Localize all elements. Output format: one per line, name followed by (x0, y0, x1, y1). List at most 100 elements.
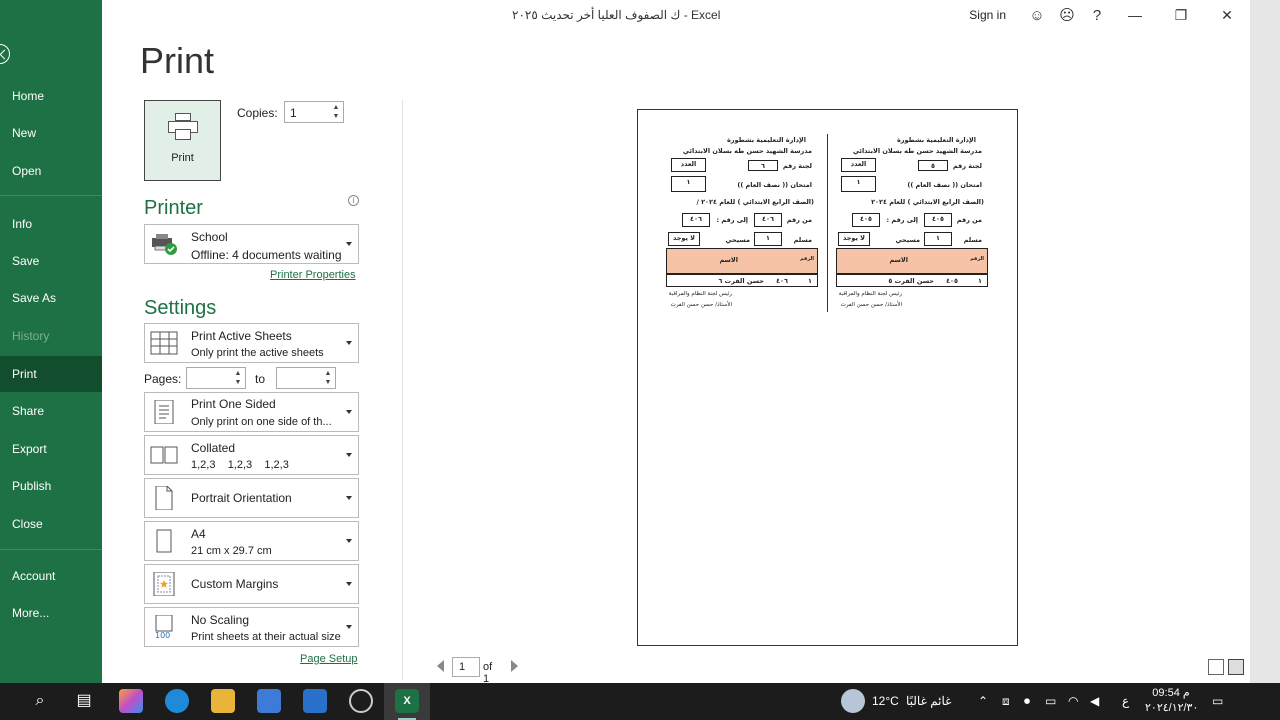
sheet-committee-no: ٥ (918, 160, 948, 171)
chevron-down-icon (346, 341, 352, 345)
copies-stepper[interactable]: 1 ▲ ▼ (284, 101, 344, 123)
printer-section-title: Printer (144, 197, 203, 219)
printer-icon (167, 113, 198, 141)
stepper-arrows-icon[interactable]: ▲ ▼ (323, 369, 333, 387)
copilot-icon[interactable] (119, 689, 143, 713)
sheet-exam-text: امتحان (( نصف العام )) (907, 181, 982, 189)
scaling-dropdown[interactable]: 100 No Scaling Print sheets at their act… (144, 607, 359, 647)
nav-share[interactable]: Share (0, 394, 102, 428)
show-hidden-icons-icon[interactable]: ⌃ (978, 683, 988, 720)
printer-name: School (191, 230, 228, 244)
nav-account[interactable]: Account (0, 559, 102, 593)
search-icon[interactable]: ⌕ (28, 689, 52, 713)
printer-dropdown[interactable]: School Offline: 4 documents waiting (144, 224, 359, 264)
excel-taskbar-button[interactable]: X (384, 683, 430, 720)
show-margins-icon[interactable] (1208, 659, 1224, 675)
page-setup-link[interactable]: Page Setup (300, 653, 358, 665)
nav-more[interactable]: More... (0, 596, 102, 630)
microphone-icon[interactable]: ⏺ (1024, 683, 1030, 720)
help-icon[interactable]: ? (1082, 7, 1112, 24)
language-indicator[interactable]: ع (1122, 683, 1129, 720)
sheet-none-value: لا يوجد (838, 232, 870, 246)
sheet-muslim-label: مسلم (793, 236, 812, 244)
printer-status-icon (152, 234, 177, 255)
info-icon[interactable]: i (348, 195, 359, 206)
nav-publish[interactable]: Publish (0, 469, 102, 503)
paper-title: A4 (191, 527, 206, 541)
stepper-arrows-icon[interactable]: ▲ ▼ (233, 369, 243, 387)
nav-open[interactable]: Open (0, 154, 102, 188)
preview-sheet: الإدارة التعليمية بشطورة مدرسة الشهيد حس… (830, 132, 988, 322)
sheet-to-label: إلى رقم : (716, 216, 748, 224)
printer-properties-link[interactable]: Printer Properties (270, 269, 356, 281)
paper-size-dropdown[interactable]: A4 21 cm x 29.7 cm (144, 521, 359, 561)
nav-new[interactable]: New (0, 116, 102, 150)
smile-feedback-icon[interactable]: ☺ (1022, 7, 1052, 24)
orientation-dropdown[interactable]: Portrait Orientation (144, 478, 359, 518)
weather-text[interactable]: غائم غالبًا (906, 683, 951, 720)
orientation-title: Portrait Orientation (191, 491, 292, 505)
sheet-to-label: إلى رقم : (886, 216, 918, 224)
sign-in-link[interactable]: Sign in (969, 8, 1006, 22)
page-title: Print (140, 40, 215, 81)
minimize-button[interactable]: — (1112, 7, 1158, 23)
right-scroll-strip (1250, 0, 1280, 683)
back-arrow-icon[interactable] (0, 44, 10, 64)
nav-close[interactable]: Close (0, 507, 102, 541)
store-icon[interactable] (257, 689, 281, 713)
notification-icon[interactable]: ▭ (1212, 683, 1223, 720)
sheet-committee-label: لجنة رقم (782, 162, 812, 170)
sides-dropdown[interactable]: Print One Sided Only print on one side o… (144, 392, 359, 432)
next-page-icon[interactable] (511, 660, 518, 672)
app-icon[interactable] (349, 689, 373, 713)
mail-icon[interactable] (303, 689, 327, 713)
zoom-to-page-icon[interactable] (1228, 659, 1244, 675)
nav-export[interactable]: Export (0, 432, 102, 466)
paper-sub: 21 cm x 29.7 cm (191, 545, 272, 557)
nav-save[interactable]: Save (0, 244, 102, 278)
edge-browser-icon[interactable] (165, 689, 189, 713)
printer-status: Offline: 4 documents waiting (191, 248, 342, 262)
nav-history: History (12, 329, 50, 343)
battery-icon[interactable]: ▭ (1045, 683, 1056, 720)
sheet-count-label: العدد (671, 158, 706, 172)
chevron-down-icon (346, 453, 352, 457)
sheet-committee-label: لجنة رقم (952, 162, 982, 170)
print-what-dropdown[interactable]: Print Active Sheets Only print the activ… (144, 323, 359, 363)
nav-home[interactable]: Home (0, 79, 102, 113)
no-scaling-icon: 100 (155, 615, 173, 639)
current-page-input[interactable]: 1 (452, 657, 480, 677)
nav-save-as[interactable]: Save As (0, 281, 102, 315)
nav-info[interactable]: Info (0, 207, 102, 241)
print-preview-page: الإدارة التعليمية بشطورة مدرسة الشهيد حس… (637, 109, 1018, 646)
stepper-arrows-icon[interactable]: ▲ ▼ (331, 103, 341, 121)
sheet-seat-header: الرقم (800, 256, 814, 262)
backstage-nav: Home New Open Info Save Save As History … (0, 0, 102, 683)
meet-icon[interactable]: ⧈ (1002, 683, 1010, 720)
custom-margins-icon (153, 572, 175, 596)
pages-label: Pages: (144, 372, 182, 386)
close-button[interactable]: ✕ (1204, 7, 1250, 24)
weather-temp[interactable]: 12°C (872, 683, 899, 720)
margins-dropdown[interactable]: Custom Margins (144, 564, 359, 604)
previous-page-icon[interactable] (437, 660, 444, 672)
chevron-down-icon (346, 242, 352, 246)
sheet-from-value: ٤٠٦ (754, 213, 782, 227)
print-button[interactable]: Print (144, 100, 221, 181)
restore-button[interactable]: ❐ (1158, 7, 1204, 24)
collate-dropdown[interactable]: Collated 1,2,3 1,2,3 1,2,3 (144, 435, 359, 475)
sheet-name-header: الاسم (719, 256, 738, 264)
file-explorer-icon[interactable] (211, 689, 235, 713)
sheet-row-name: حسن الفرت ٥ (888, 277, 934, 285)
copies-label: Copies: (237, 106, 278, 120)
sheet-grade-text: (الصف الرابع الابتدائي ) للعام ٢٠٢٤ (871, 198, 984, 206)
task-view-icon[interactable]: ▤ (72, 689, 96, 713)
wifi-icon[interactable]: ◠ (1068, 683, 1078, 720)
pages-to-input[interactable]: ▲ ▼ (276, 367, 336, 389)
frown-feedback-icon[interactable]: ☹ (1052, 6, 1082, 24)
pages-from-input[interactable]: ▲ ▼ (186, 367, 246, 389)
volume-icon[interactable]: ◀ (1090, 683, 1099, 720)
copies-value: 1 (290, 106, 297, 120)
clock[interactable]: 09:54 م ٢٠٢٤/١٢/٣٠ (1145, 686, 1198, 716)
nav-print[interactable]: Print (0, 356, 102, 392)
